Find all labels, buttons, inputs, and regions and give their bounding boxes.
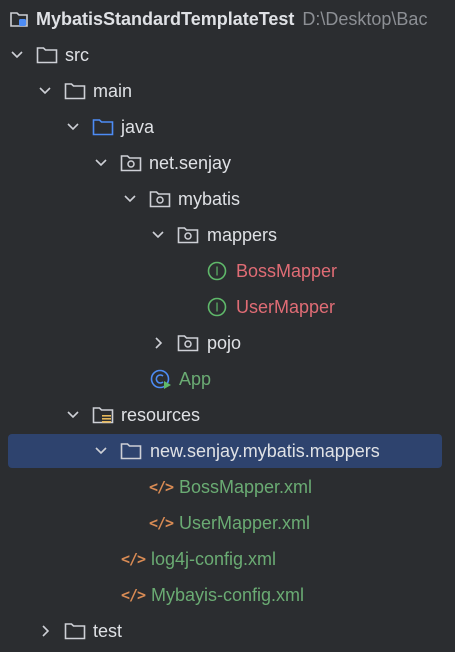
xml-file-icon: </> (120, 550, 146, 568)
tree-item-label: main (93, 80, 133, 101)
tree-item-resource-package[interactable]: new.senjay.mybatis.mappers (0, 433, 455, 469)
folder-icon (120, 440, 142, 462)
tree-item-test[interactable]: test (0, 613, 455, 649)
interface-icon: I (206, 260, 228, 282)
tree-item-user-mapper[interactable]: I UserMapper (0, 289, 455, 325)
tree-item-boss-mapper[interactable]: I BossMapper (0, 253, 455, 289)
chevron-down-icon[interactable] (8, 46, 26, 64)
interface-badge-letter: I (215, 301, 219, 315)
tree-item-label: log4j-config.xml (151, 548, 277, 569)
tree-item-src[interactable]: src (0, 37, 455, 73)
chevron-down-icon[interactable] (64, 406, 82, 424)
chevron-down-icon[interactable] (92, 154, 110, 172)
folder-icon (36, 44, 58, 66)
tree-item-label: mappers (207, 224, 278, 245)
tree-item-label: src (65, 44, 89, 65)
source-folder-icon (92, 116, 114, 138)
tree-item-label: net.senjay (149, 152, 232, 173)
project-path: D:\Desktop\Bac (302, 8, 428, 29)
tree-item-java[interactable]: java (0, 109, 455, 145)
tree-item-mybatis-config[interactable]: </> Mybayis-config.xml (0, 577, 455, 613)
tree-item-label: Mybayis-config.xml (151, 584, 305, 605)
package-icon (177, 224, 199, 246)
package-icon (149, 188, 171, 210)
tree-item-label: java (121, 116, 155, 137)
tree-item-label: mybatis (178, 188, 241, 209)
tree-item-label: UserMapper.xml (179, 512, 311, 533)
tree-item-package-mybatis[interactable]: mybatis (0, 181, 455, 217)
project-title: MybatisStandardTemplateTest D:\Desktop\Ba… (36, 9, 427, 30)
tree-item-package-pojo[interactable]: pojo (0, 325, 455, 361)
tree-item-boss-mapper-xml[interactable]: </> BossMapper.xml (0, 469, 455, 505)
chevron-down-icon[interactable] (149, 226, 167, 244)
chevron-down-icon[interactable] (64, 118, 82, 136)
chevron-right-icon[interactable] (149, 334, 167, 352)
interface-badge-letter: I (215, 265, 219, 279)
tree-item-label: BossMapper.xml (179, 476, 313, 497)
tree-item-log4j-config[interactable]: </> log4j-config.xml (0, 541, 455, 577)
tree-item-resources[interactable]: resources (0, 397, 455, 433)
xml-file-icon: </> (120, 586, 146, 604)
tree-item-package-net-senjay[interactable]: net.senjay (0, 145, 455, 181)
tree-item-main[interactable]: main (0, 73, 455, 109)
project-module-icon (8, 8, 30, 30)
tree-item-label: pojo (207, 332, 242, 353)
xml-file-icon: </> (148, 478, 174, 496)
xml-file-icon: </> (148, 514, 174, 532)
project-name: MybatisStandardTemplateTest (36, 8, 295, 29)
tree-item-user-mapper-xml[interactable]: </> UserMapper.xml (0, 505, 455, 541)
tree-item-package-mappers[interactable]: mappers (0, 217, 455, 253)
chevron-down-icon[interactable] (121, 190, 139, 208)
tree-item-label: BossMapper (236, 260, 338, 281)
folder-icon (64, 620, 86, 642)
interface-icon: I (206, 296, 228, 318)
chevron-down-icon[interactable] (92, 442, 110, 460)
tree-item-label: UserMapper (236, 296, 336, 317)
project-root-row[interactable]: MybatisStandardTemplateTest D:\Desktop\Ba… (0, 1, 455, 37)
tree-item-app[interactable]: App (0, 361, 455, 397)
package-icon (120, 152, 142, 174)
resources-folder-icon (92, 404, 114, 426)
tree-item-label: test (93, 620, 123, 641)
chevron-down-icon[interactable] (36, 82, 54, 100)
folder-icon (64, 80, 86, 102)
tree-item-label: resources (121, 404, 201, 425)
tree-item-label: App (179, 368, 212, 389)
chevron-right-icon[interactable] (36, 622, 54, 640)
runnable-class-icon (150, 368, 172, 390)
package-icon (177, 332, 199, 354)
tree-item-label: new.senjay.mybatis.mappers (150, 440, 380, 461)
